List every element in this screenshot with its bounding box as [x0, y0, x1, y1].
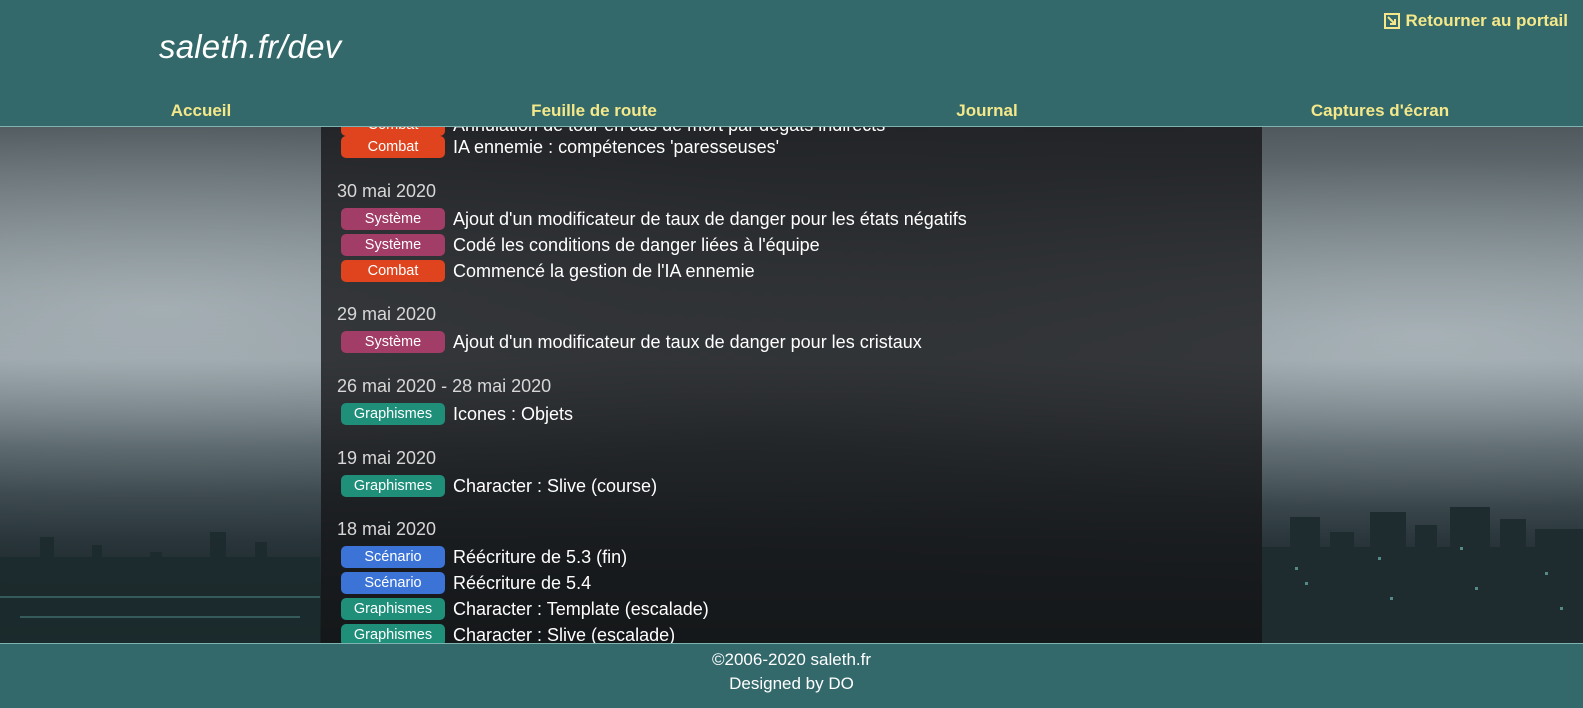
return-icon [1383, 13, 1400, 29]
entry-text: Ajout d'un modificateur de taux de dange… [453, 331, 922, 352]
entry-text: Character : Template (escalade) [453, 598, 709, 619]
category-badge: Graphismes [341, 598, 445, 620]
entry-text: Icones : Objets [453, 403, 574, 424]
date-heading: 29 mai 2020 [337, 304, 437, 324]
nav-captures[interactable]: Captures d'écran [1311, 101, 1449, 121]
list-item: Graphismes Character : Template (escalad… [341, 598, 709, 620]
entry-text: Codé les conditions de danger liées à l'… [453, 234, 820, 255]
list-item: Scénario Réécriture de 5.4 [341, 572, 591, 594]
category-badge: Graphismes [341, 475, 445, 497]
entry-text: Annulation de tour en cas de mort par dé… [453, 127, 885, 136]
date-heading: 30 mai 2020 [337, 181, 437, 201]
list-item: Graphismes Character : Slive (escalade) [341, 624, 675, 643]
category-badge: Combat [341, 260, 445, 282]
entry-text: Character : Slive (escalade) [453, 624, 676, 644]
entry-text: Ajout d'un modificateur de taux de dange… [453, 208, 967, 229]
site-title[interactable]: saleth.fr/dev [159, 28, 341, 66]
date-heading: 26 mai 2020 - 28 mai 2020 [337, 376, 552, 396]
journal-panel[interactable]: Combat Annulation de tour en cas de mort… [321, 127, 1262, 643]
list-item: Graphismes Icones : Objets [341, 403, 573, 425]
site-header: saleth.fr/dev Retourner au portail Accue… [0, 0, 1583, 127]
list-item: Combat Commencé la gestion de l'IA ennem… [341, 260, 755, 282]
category-badge: Graphismes [341, 403, 445, 425]
category-badge: Combat [341, 127, 445, 136]
list-item: Système Ajout d'un modificateur de taux … [341, 208, 967, 230]
entry-text: IA ennemie : compétences 'paresseuses' [453, 136, 780, 157]
designed-by-text: Designed by DO [729, 674, 854, 693]
entry-text: Commencé la gestion de l'IA ennemie [453, 260, 755, 281]
copyright-text: ©2006-2020 saleth.fr [711, 650, 872, 669]
list-item: Scénario Réécriture de 5.3 (fin) [341, 546, 627, 568]
list-item: Système Ajout d'un modificateur de taux … [341, 331, 922, 353]
category-badge: Scénario [341, 572, 445, 594]
nav-feuille-de-route[interactable]: Feuille de route [531, 101, 657, 121]
list-item: Combat IA ennemie : compétences 'paresse… [341, 136, 779, 158]
category-badge: Système [341, 331, 445, 353]
nav-accueil[interactable]: Accueil [171, 101, 231, 121]
nav-journal[interactable]: Journal [956, 101, 1017, 121]
list-item: Graphismes Character : Slive (course) [341, 475, 657, 497]
list-item: Système Codé les conditions de danger li… [341, 234, 820, 256]
category-badge: Système [341, 234, 445, 256]
return-portal-link[interactable]: Retourner au portail [1383, 11, 1568, 31]
date-heading: 18 mai 2020 [337, 519, 437, 539]
category-badge: Scénario [341, 546, 445, 568]
entry-text: Réécriture de 5.4 [453, 572, 592, 593]
category-badge: Graphismes [341, 624, 445, 643]
category-badge: Combat [341, 136, 445, 158]
return-portal-label: Retourner au portail [1405, 11, 1568, 30]
list-item: Combat Annulation de tour en cas de mort… [341, 127, 885, 136]
category-badge: Système [341, 208, 445, 230]
site-footer: ©2006-2020 saleth.fr Designed by DO [0, 643, 1583, 708]
date-heading: 19 mai 2020 [337, 448, 437, 468]
entry-text: Réécriture de 5.3 (fin) [453, 546, 628, 567]
entry-text: Character : Slive (course) [453, 475, 658, 496]
